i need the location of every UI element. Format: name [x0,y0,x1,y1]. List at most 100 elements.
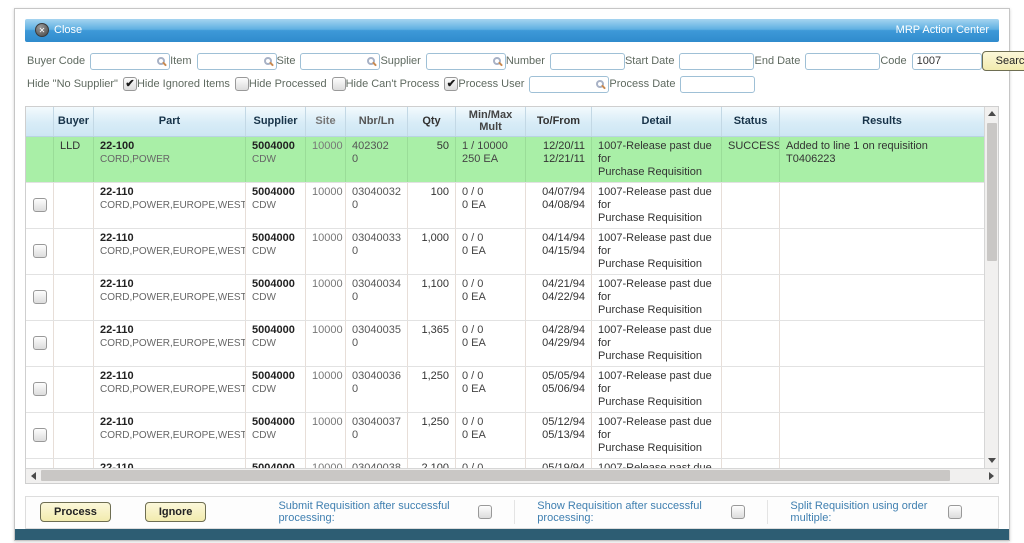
cell-results [780,229,984,274]
arrow-down-icon [987,458,996,464]
filter-supplier: Supplier [380,52,506,70]
row-select-checkbox[interactable] [32,382,47,397]
table-row[interactable]: LLD 22-100 CORD,POWER 5004000 CDW 10000 40… [26,136,984,183]
horizontal-scroll-thumb[interactable] [41,470,951,482]
cell-results [780,275,984,320]
cell-to-from: 05/19/9405/20/94 [526,458,592,468]
cell-qty: 1,250 [408,366,456,412]
cell-minmax-mult: 0 / 00 EA [456,274,526,320]
row-select-checkbox[interactable] [32,290,47,305]
row-select-checkbox[interactable] [32,428,47,443]
cell-site: 10000 [306,136,346,182]
cell-site: 10000 [306,320,346,366]
cell-minmax-mult: 0 / 00 EA [456,228,526,274]
header-qty[interactable]: Qty [408,106,456,136]
cell-part: 22-110CORD,POWER,EUROPE,WEST [94,182,246,228]
row-select-checkbox[interactable] [32,198,47,213]
cell-select [26,412,54,458]
cell-qty: 100 [408,182,456,228]
filter-process-date: Process Date [609,75,756,93]
header-site[interactable]: Site [306,106,346,136]
show-requisition-label: Show Requisition after successful proces… [537,500,702,525]
horizontal-scrollbar[interactable] [26,467,998,483]
cell-minmax-mult: 1 / 10000 250 EA [456,136,526,182]
scroll-down-button[interactable] [985,454,999,468]
table-row[interactable]: 22-110CORD,POWER,EUROPE,WEST 5004000CDW … [26,458,984,468]
search-lookup-icon[interactable] [157,56,166,65]
cell-to-from: 04/07/94 04/08/94 [526,182,592,228]
cell-detail: 1007-Release past due forPurchase Requis… [592,320,722,366]
cell-status [722,182,780,228]
cell-buyer: LLD [54,136,94,182]
table-row[interactable]: 22-110CORD,POWER,EUROPE,WEST 5004000CDW … [26,274,984,321]
end-date-label: End Date [754,55,801,68]
search-lookup-icon[interactable] [492,56,501,65]
close-button[interactable]: ✕ Close [35,23,83,38]
header-part[interactable]: Part [94,106,246,136]
process-date-label: Process Date [609,78,676,91]
scroll-up-button[interactable] [985,107,999,121]
hide-ignored-checkbox[interactable] [234,77,249,92]
cell-to-from: 04/21/94 04/22/94 [526,274,592,320]
submit-requisition-checkbox[interactable] [478,505,493,520]
start-date-input[interactable] [679,52,755,70]
process-button[interactable]: Process [40,502,111,523]
row-select-checkbox[interactable] [32,244,47,259]
cell-to-from: 05/12/94 05/13/94 [526,412,592,458]
ignore-button[interactable]: Ignore [144,502,207,523]
results-table: Buyer Part Supplier Site Nbr/Ln Qty Min/… [25,105,999,484]
scroll-right-button[interactable] [984,469,998,483]
end-date-input[interactable] [805,52,881,70]
code-input[interactable] [911,52,982,70]
table-row[interactable]: 22-110CORD,POWER,EUROPE,WEST 5004000CDW … [26,412,984,459]
table-row[interactable]: 22-110CORD,POWER,EUROPE,WEST 5004000CDW … [26,366,984,413]
header-to-from[interactable]: To/From [526,106,592,136]
vertical-scroll-thumb[interactable] [986,122,997,261]
show-requisition-checkbox[interactable] [731,505,746,520]
scroll-left-button[interactable] [26,469,40,483]
row-select-checkbox[interactable] [32,336,47,351]
search-button[interactable]: Search [981,51,1024,72]
table-row[interactable]: 22-110CORD,POWER,EUROPE,WEST 5004000CDW … [26,182,984,229]
table-row[interactable]: 22-110CORD,POWER,EUROPE,WEST 5004000CDW … [26,320,984,367]
cell-qty: 1,250 [408,412,456,458]
cell-buyer [54,366,94,412]
cell-nbr-ln: 03040037 0 [346,412,408,458]
table-row[interactable]: 22-110CORD,POWER,EUROPE,WEST 5004000CDW … [26,228,984,275]
option-split-requisition: Split Requisition using order multiple: [767,500,984,525]
process-date-input[interactable] [680,75,756,93]
hide-no-supplier-checkbox[interactable] [122,77,137,92]
cell-nbr-ln: 03040035 0 [346,320,408,366]
search-lookup-icon[interactable] [596,79,605,88]
action-bar: Process Ignore Submit Requisition after … [25,495,999,530]
header-buyer[interactable]: Buyer [54,106,94,136]
header-results[interactable]: Results [780,107,984,136]
vertical-scrollbar[interactable] [984,106,999,468]
header-detail[interactable]: Detail [592,106,722,136]
cell-supplier: 5004000CDW [246,458,306,468]
cell-supplier: 5004000CDW [246,412,306,458]
search-lookup-icon[interactable] [367,56,376,65]
hide-cant-process-checkbox[interactable] [444,77,459,92]
filter-item: Item [170,52,277,70]
hide-processed-checkbox[interactable] [331,77,346,92]
cell-minmax-mult: 0 / 00 EA [456,366,526,412]
titlebar: ✕ Close MRP Action Center [25,19,999,42]
cell-status: SUCCESS [722,136,780,182]
cell-minmax-mult: 0 / 00 EA [456,320,526,366]
cell-detail: 1007-Release past due forPurchase Requis… [592,366,722,412]
cell-results [780,367,984,412]
close-label: Close [54,24,83,37]
split-requisition-checkbox[interactable] [948,505,962,520]
cell-detail: 1007-Release past due forPurchase Requis… [592,458,722,468]
number-input[interactable] [549,52,625,70]
header-supplier[interactable]: Supplier [246,106,306,136]
cell-minmax-mult: 0 / 00 EA [456,182,526,228]
header-status[interactable]: Status [722,106,780,136]
cell-status [722,320,780,366]
cell-qty: 1,000 [408,228,456,274]
header-minmax-mult[interactable]: Min/Max Mult [456,106,526,136]
header-nbr-ln[interactable]: Nbr/Ln [346,106,408,136]
search-lookup-icon[interactable] [263,56,272,65]
cell-buyer [54,320,94,366]
